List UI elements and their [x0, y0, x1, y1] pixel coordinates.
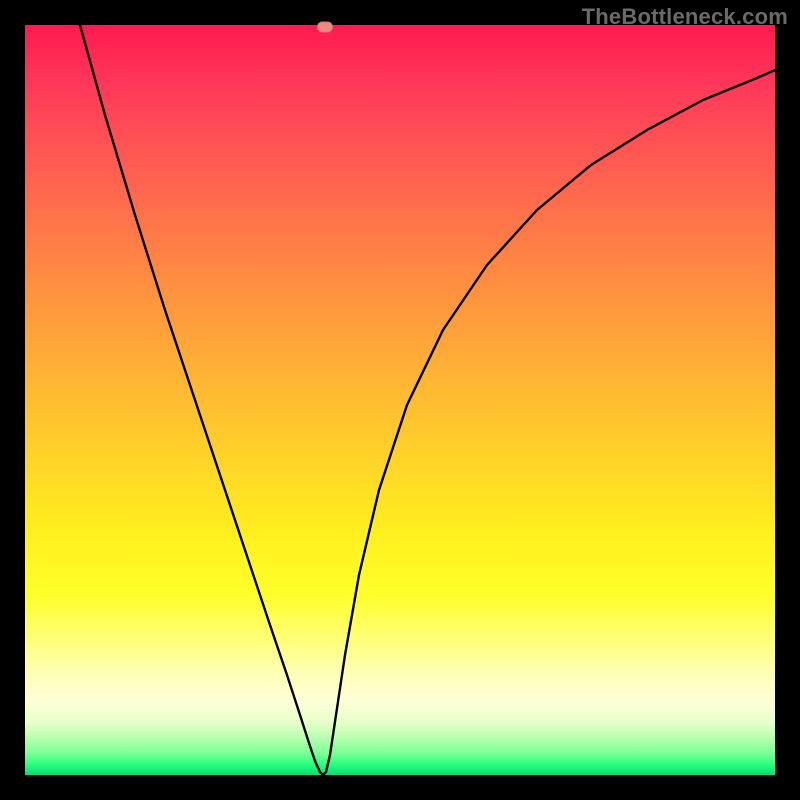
chart-frame: TheBottleneck.com	[0, 0, 800, 800]
bottleneck-curve	[25, 25, 775, 775]
watermark: TheBottleneck.com	[582, 4, 788, 30]
plot-area	[25, 25, 775, 775]
optimum-marker	[317, 22, 333, 33]
